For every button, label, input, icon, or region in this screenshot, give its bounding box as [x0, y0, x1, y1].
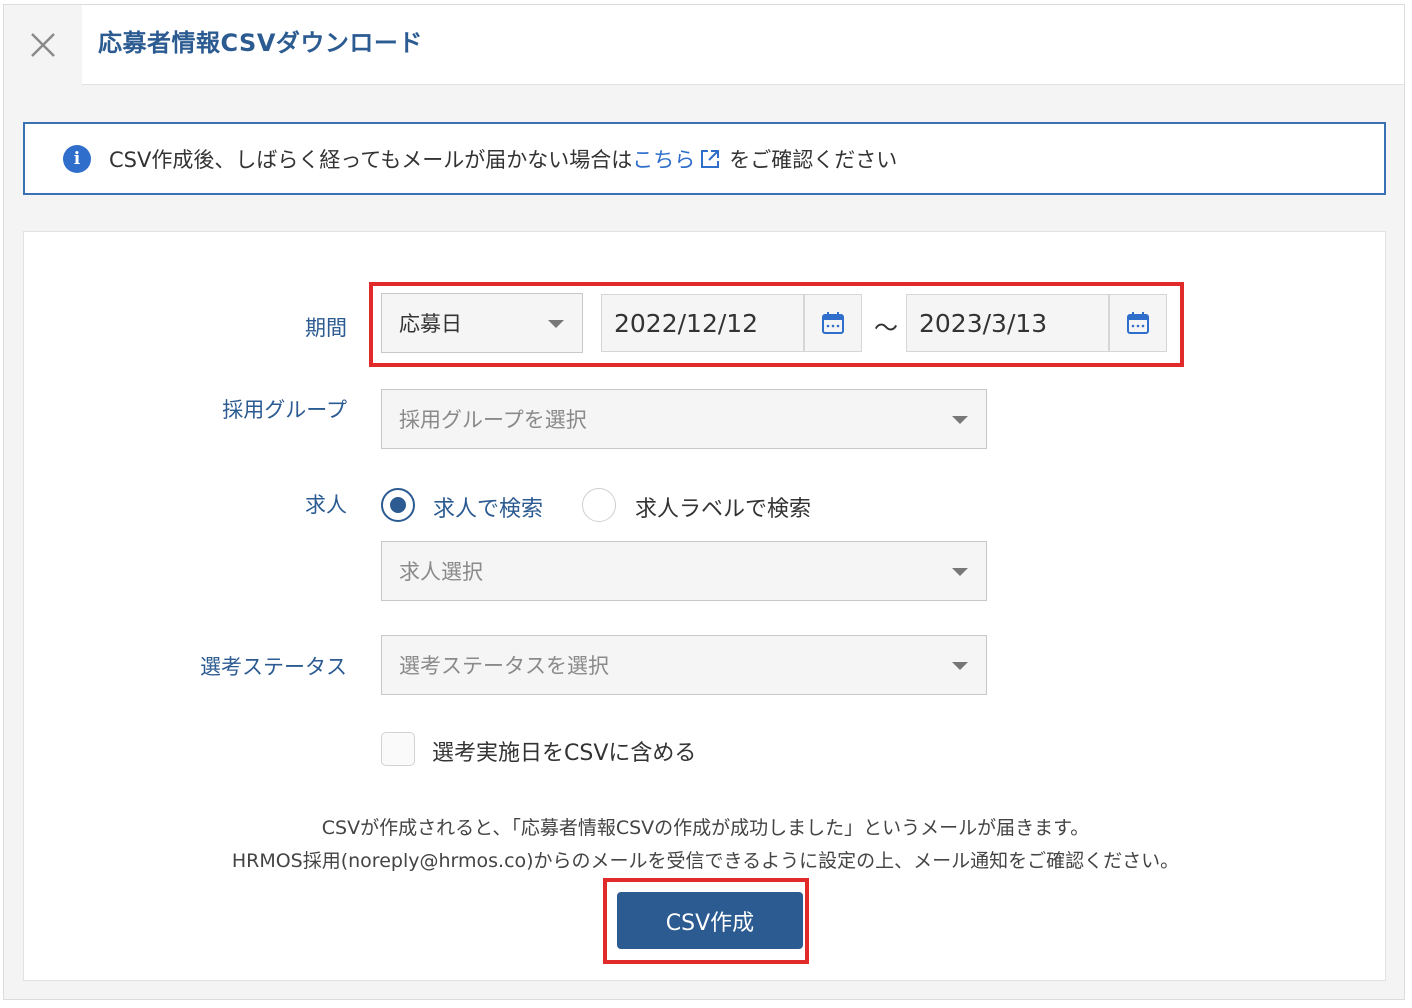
status-select-placeholder: 選考ステータスを選択	[399, 654, 609, 678]
help-link[interactable]: こちら	[632, 148, 729, 172]
info-banner: i CSV作成後、しばらく経ってもメールが届かない場合はこちら をご確認ください	[23, 122, 1386, 195]
period-type-value: 応募日	[399, 312, 462, 336]
close-icon	[31, 33, 55, 57]
job-select[interactable]: 求人選択	[381, 541, 987, 601]
notice-line-1: CSVが作成されると、「応募者情報CSVの作成が成功しました」というメールが届き…	[321, 817, 1090, 839]
start-date-input[interactable]: 2022/12/12	[601, 294, 804, 352]
create-csv-button[interactable]: CSV作成	[617, 892, 803, 949]
chevron-down-icon	[952, 416, 968, 424]
status-label: 選考ステータス	[200, 655, 347, 679]
group-label: 採用グループ	[222, 398, 347, 422]
info-text-before: CSV作成後、しばらく経ってもメールが届かない場合は	[109, 147, 633, 172]
start-date-value: 2022/12/12	[614, 308, 759, 338]
form-panel: 期間 応募日 2022/12/12 〜 2023/3/13 採用グループ 採用グ…	[23, 231, 1386, 981]
job-label: 求人	[305, 493, 347, 517]
radio-search-by-job-label[interactable]: 求人で検索	[433, 491, 543, 523]
external-link-icon	[701, 149, 720, 168]
period-type-select[interactable]: 応募日	[381, 293, 583, 353]
period-label: 期間	[305, 316, 347, 340]
notice-line-2: HRMOS採用(noreply@hrmos.co)からのメールを受信できるように…	[231, 850, 1180, 872]
create-csv-button-label: CSV作成	[665, 910, 755, 936]
date-range-separator: 〜	[874, 314, 898, 342]
end-date-calendar-button[interactable]	[1109, 294, 1167, 352]
include-dates-checkbox[interactable]	[381, 732, 415, 766]
end-date-input[interactable]: 2023/3/13	[906, 294, 1109, 352]
radio-search-by-job[interactable]	[381, 488, 415, 522]
include-dates-label[interactable]: 選考実施日をCSVに含める	[432, 735, 696, 767]
job-select-placeholder: 求人選択	[399, 560, 483, 584]
status-select[interactable]: 選考ステータスを選択	[381, 635, 987, 695]
calendar-icon	[822, 312, 844, 334]
csv-download-dialog: 応募者情報CSVダウンロード i CSV作成後、しばらく経ってもメールが届かない…	[3, 4, 1405, 1000]
calendar-icon	[1127, 312, 1149, 334]
radio-search-by-job-label-tag-label[interactable]: 求人ラベルで検索	[635, 491, 811, 523]
info-text-after: をご確認ください	[729, 147, 898, 172]
radio-search-by-job-label-tag[interactable]	[582, 488, 616, 522]
chevron-down-icon	[548, 320, 564, 328]
info-icon: i	[63, 144, 91, 173]
info-text: CSV作成後、しばらく経ってもメールが届かない場合はこちら をご確認ください	[109, 144, 897, 174]
group-select-placeholder: 採用グループを選択	[399, 408, 587, 432]
dialog-title: 応募者情報CSVダウンロード	[98, 29, 423, 57]
group-select[interactable]: 採用グループを選択	[381, 389, 987, 449]
chevron-down-icon	[952, 568, 968, 576]
close-button[interactable]	[4, 5, 82, 85]
dialog-header: 応募者情報CSVダウンロード	[4, 5, 1404, 85]
end-date-value: 2023/3/13	[919, 308, 1048, 338]
chevron-down-icon	[952, 662, 968, 670]
start-date-calendar-button[interactable]	[804, 294, 862, 352]
help-link-label: こちら	[632, 147, 696, 172]
